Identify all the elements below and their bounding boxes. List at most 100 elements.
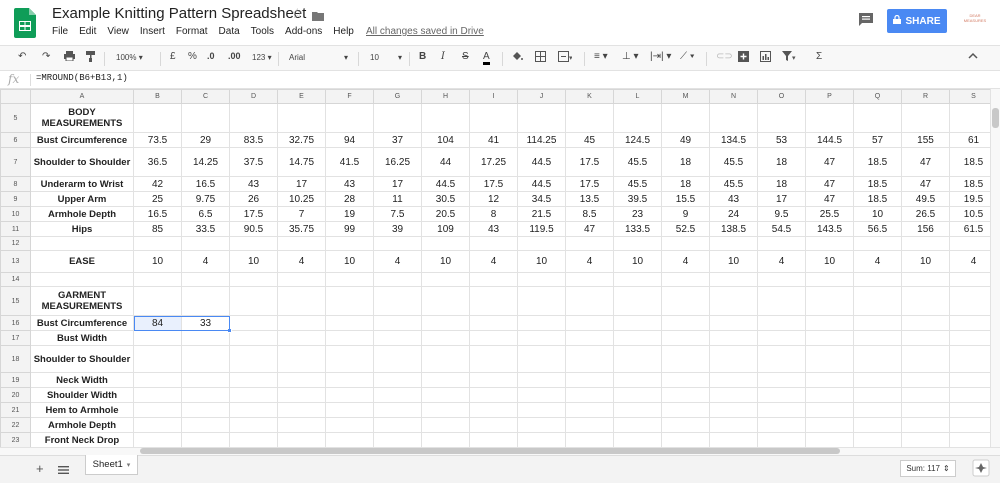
row-header[interactable]: 20 [0,387,31,403]
cell[interactable] [757,272,806,287]
cell[interactable]: 10 [133,250,182,273]
cell[interactable] [277,432,326,447]
filter-icon[interactable]: ▾ [782,51,796,65]
cell[interactable]: 17.25 [469,147,518,177]
cell[interactable] [949,402,990,418]
cell[interactable] [709,272,758,287]
cell[interactable] [565,372,614,388]
cell[interactable] [949,372,990,388]
cell[interactable] [517,402,566,418]
cell[interactable]: 17.5 [469,176,518,192]
row-header[interactable]: 7 [0,147,31,177]
cell[interactable] [853,315,902,331]
row-label-cell[interactable] [30,236,134,251]
cell[interactable]: 10 [709,250,758,273]
cell[interactable]: 4 [181,250,230,273]
cell[interactable] [469,286,518,316]
cell[interactable]: 10 [229,250,278,273]
text-color-button[interactable]: A [483,51,490,65]
cell[interactable] [565,432,614,447]
cell[interactable]: 7 [277,206,326,222]
cell[interactable]: 4 [757,250,806,273]
cell[interactable] [709,432,758,447]
cell[interactable] [613,315,662,331]
column-header[interactable]: A [30,89,134,104]
cell[interactable] [229,272,278,287]
cell[interactable] [901,345,950,373]
column-header[interactable]: B [133,89,182,104]
cell[interactable] [469,387,518,403]
cell[interactable] [517,432,566,447]
cell[interactable] [277,103,326,133]
cell[interactable]: 134.5 [709,132,758,148]
cell[interactable] [757,387,806,403]
cell[interactable] [421,103,470,133]
cell[interactable]: 17.5 [229,206,278,222]
redo-icon[interactable]: ↷ [42,51,50,62]
cell[interactable] [325,272,374,287]
cell[interactable] [757,402,806,418]
cell[interactable] [853,272,902,287]
insert-link-icon[interactable]: ⊂⊃ [716,51,733,62]
cell[interactable] [757,417,806,433]
cell[interactable] [373,103,422,133]
cell[interactable]: 10.5 [949,206,990,222]
cell[interactable]: 17.5 [565,147,614,177]
more-formats-select[interactable]: 123 ▾ [252,53,272,62]
cell[interactable] [325,286,374,316]
cell[interactable] [325,236,374,251]
text-wrap-icon[interactable]: |⇥| ▾ [650,51,671,62]
cell[interactable] [709,387,758,403]
cell[interactable] [565,330,614,346]
cell[interactable] [421,432,470,447]
vertical-scroll-thumb[interactable] [992,108,999,128]
cell[interactable] [565,103,614,133]
row-label-cell[interactable] [30,272,134,287]
column-header[interactable]: F [325,89,374,104]
cell[interactable] [805,432,854,447]
cell[interactable] [757,372,806,388]
row-label-cell[interactable]: Bust Circumference [30,315,134,331]
cell[interactable] [277,286,326,316]
cell[interactable] [661,236,710,251]
cell[interactable]: 14.25 [181,147,230,177]
add-sheet-icon[interactable]: + [36,461,44,476]
cell[interactable] [709,417,758,433]
cell[interactable] [277,272,326,287]
cell[interactable]: 73.5 [133,132,182,148]
menu-item-tools[interactable]: Tools [251,26,274,37]
row-header[interactable]: 10 [0,206,31,222]
cell[interactable] [613,372,662,388]
cell[interactable] [229,103,278,133]
row-label-cell[interactable]: Shoulder Width [30,387,134,403]
row-header[interactable]: 11 [0,221,31,237]
cell[interactable] [757,432,806,447]
cell[interactable] [661,272,710,287]
cell[interactable] [229,236,278,251]
active-cell[interactable]: 33 [181,315,230,331]
row-label-cell[interactable]: BODY MEASUREMENTS [30,103,134,133]
cell[interactable] [805,315,854,331]
cell[interactable]: 10 [325,250,374,273]
cell[interactable] [229,372,278,388]
cell[interactable] [373,236,422,251]
cell[interactable]: 45.5 [613,176,662,192]
cell[interactable] [325,432,374,447]
cell[interactable] [661,417,710,433]
menu-item-view[interactable]: View [107,26,129,37]
currency-button[interactable]: £ [170,51,176,62]
cell[interactable] [901,236,950,251]
cell[interactable] [949,387,990,403]
cell[interactable] [229,345,278,373]
cell[interactable] [421,286,470,316]
borders-icon[interactable] [535,51,546,65]
cell[interactable]: 30.5 [421,191,470,207]
cell[interactable] [469,272,518,287]
row-label-cell[interactable]: Neck Width [30,372,134,388]
cell[interactable] [757,315,806,331]
cell[interactable]: 25 [133,191,182,207]
cell[interactable]: 10 [613,250,662,273]
menu-item-addons[interactable]: Add-ons [285,26,322,37]
cell[interactable] [661,345,710,373]
cell[interactable] [613,402,662,418]
